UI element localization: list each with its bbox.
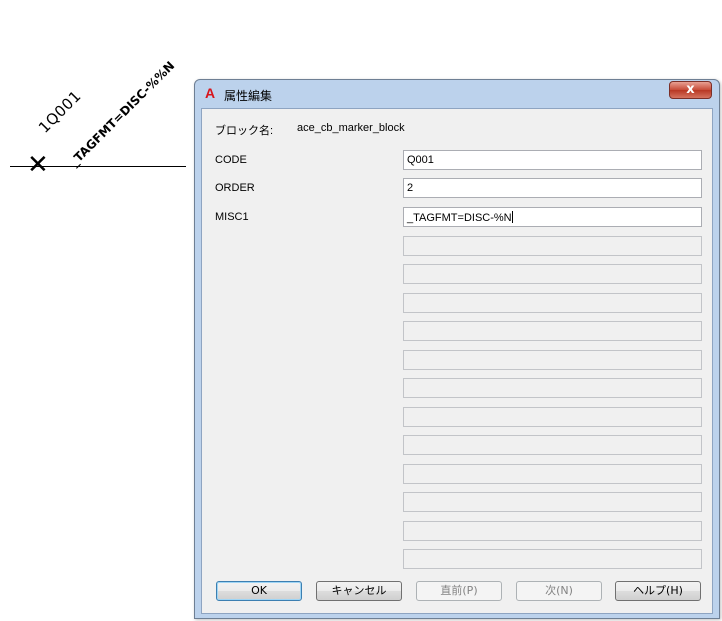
cancel-button[interactable]: キャンセル <box>316 581 402 601</box>
attribute-tag-order: ORDER <box>215 182 255 194</box>
attribute-tag-misc1: MISC1 <box>215 211 249 223</box>
attribute-tag-code: CODE <box>215 154 247 166</box>
help-button[interactable]: ヘルプ(H) <box>615 581 701 601</box>
attribute-text-code: 1Q001 <box>35 86 85 137</box>
empty-attribute-field <box>403 464 702 484</box>
empty-attribute-field <box>403 521 702 541</box>
dialog-client-area: ブロック名: ace_cb_marker_block CODE Q001 ORD… <box>201 108 713 614</box>
empty-attribute-field <box>403 236 702 256</box>
ok-button[interactable]: OK <box>216 581 302 601</box>
autocad-a-icon: A <box>205 85 216 101</box>
previous-button[interactable]: 直前(P) <box>416 581 502 601</box>
text-caret <box>511 211 513 223</box>
empty-attribute-field <box>403 321 702 341</box>
block-name-label: ブロック名: <box>215 125 274 137</box>
empty-attribute-field <box>403 407 702 427</box>
title-bar[interactable]: A 属性編集 x <box>195 80 719 108</box>
cross-marker-icon: ✕ <box>27 150 49 180</box>
empty-attribute-field <box>403 264 702 284</box>
attribute-text-misc: _TAGFMT=DISC-%%N <box>67 58 178 169</box>
empty-attribute-field <box>403 378 702 398</box>
attribute-field-misc1-value: _TAGFMT=DISC-%N <box>407 212 512 224</box>
dialog-title: 属性編集 <box>224 89 273 103</box>
next-button[interactable]: 次(N) <box>516 581 602 601</box>
block-name-value: ace_cb_marker_block <box>297 122 405 134</box>
empty-attribute-field <box>403 549 702 569</box>
empty-attribute-field <box>403 350 702 370</box>
close-button[interactable]: x <box>669 81 712 99</box>
attribute-field-code[interactable]: Q001 <box>403 150 702 170</box>
attribute-field-misc1[interactable]: _TAGFMT=DISC-%N <box>403 207 702 227</box>
empty-attribute-field <box>403 293 702 313</box>
empty-attribute-field <box>403 492 702 512</box>
attribute-field-order[interactable]: 2 <box>403 178 702 198</box>
empty-attribute-field <box>403 435 702 455</box>
edit-attributes-dialog: A 属性編集 x ブロック名: ace_cb_marker_block CODE… <box>194 79 720 619</box>
